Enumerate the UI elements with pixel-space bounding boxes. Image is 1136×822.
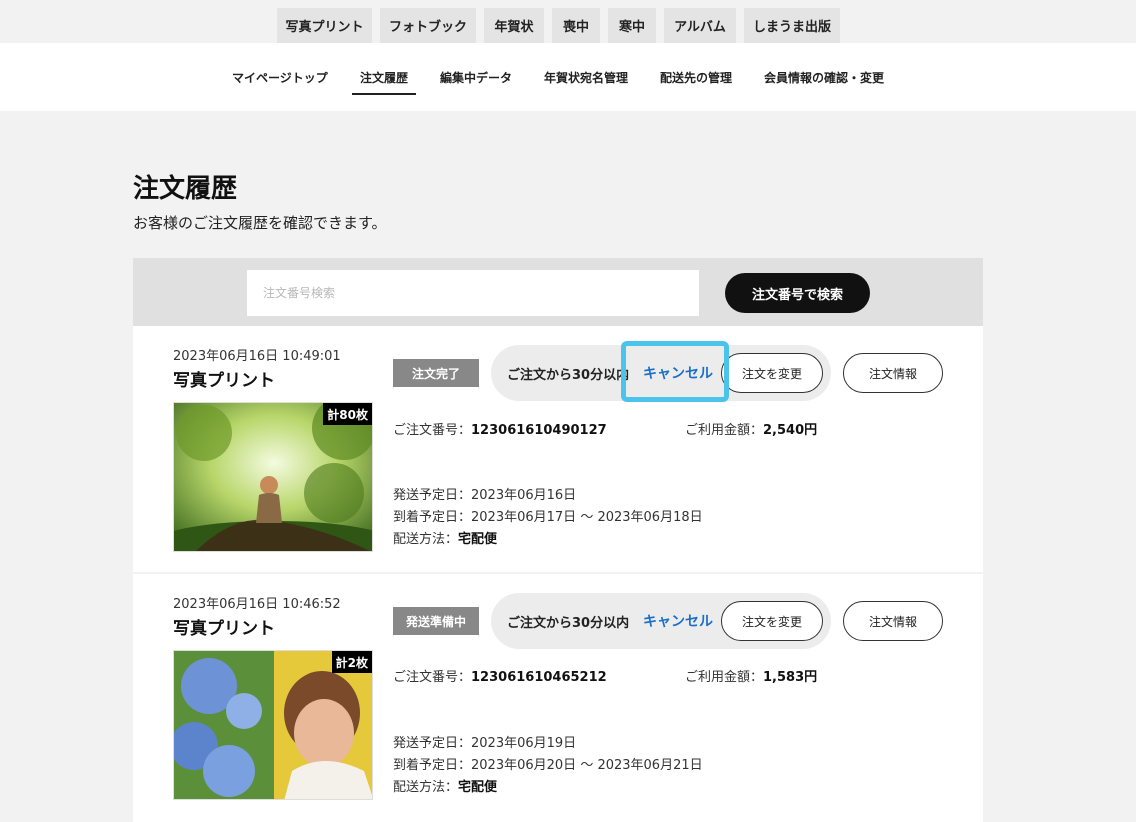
page-subtitle: お客様のご注文履歴を確認できます。 — [133, 214, 387, 232]
ship-date: 発送予定日：2023年06月16日 — [393, 488, 577, 503]
tab-nengajo[interactable]: 年賀状 — [484, 8, 544, 43]
nav-mypage-top[interactable]: マイページトップ — [232, 43, 328, 111]
nav-shipping-address[interactable]: 配送先の管理 — [660, 43, 732, 111]
photo-count-badge: 計2枚 — [331, 651, 372, 673]
page-title: 注文履歴 — [133, 174, 238, 204]
order-info-button[interactable]: 注文情報 — [843, 601, 943, 641]
nav-member-info[interactable]: 会員情報の確認・変更 — [764, 43, 884, 111]
delivery-method: 配送方法：宅配便 — [393, 780, 498, 795]
order-date: 2023年06月16日 10:49:01 — [173, 349, 341, 364]
cancel-link[interactable]: キャンセル — [643, 345, 713, 401]
order-product: 写真プリント — [173, 619, 275, 639]
order-card: 2023年06月16日 10:49:01 写真プリント 計80枚 注文完了 ご注… — [133, 326, 983, 572]
ship-date: 発送予定日：2023年06月19日 — [393, 736, 577, 751]
status-badge: 注文完了 — [393, 359, 479, 387]
status-badge: 発送準備中 — [393, 607, 479, 635]
order-product: 写真プリント — [173, 371, 275, 391]
order-info-button[interactable]: 注文情報 — [843, 353, 943, 393]
mypage-nav: マイページトップ 注文履歴 編集中データ 年賀状宛名管理 配送先の管理 会員情報… — [0, 43, 1136, 111]
order-thumbnail[interactable]: 計80枚 — [173, 402, 373, 552]
tab-album[interactable]: アルバム — [664, 8, 736, 43]
cancel-link[interactable]: キャンセル — [643, 593, 713, 649]
change-order-button[interactable]: 注文を変更 — [721, 601, 823, 641]
change-order-button[interactable]: 注文を変更 — [721, 353, 823, 393]
active-nav-underline — [352, 93, 416, 95]
tab-photobook[interactable]: フォトブック — [380, 8, 476, 43]
photo-child-in-tree — [174, 403, 372, 551]
cancel-area: ご注文から30分以内 キャンセル 注文を変更 — [491, 345, 831, 401]
arrival-date: 到着予定日：2023年06月17日 〜 2023年06月18日 — [393, 510, 703, 525]
order-amount: ご利用金額：1,583円 — [685, 670, 818, 685]
cancel-area: ご注文から30分以内 キャンセル 注文を変更 — [491, 593, 831, 649]
cancel-window-text: ご注文から30分以内 — [507, 367, 630, 383]
order-number: ご注文番号：123061610465212 — [393, 670, 607, 685]
photo-count-badge: 計80枚 — [323, 403, 372, 425]
nav-order-history[interactable]: 注文履歴 — [360, 43, 408, 111]
tab-kanchu[interactable]: 寒中 — [608, 8, 656, 43]
category-bar: 写真プリント フォトブック 年賀状 喪中 寒中 アルバム しまうま出版 — [0, 0, 1136, 43]
nav-nenga-address[interactable]: 年賀状宛名管理 — [544, 43, 628, 111]
tab-shimauma-publishing[interactable]: しまうま出版 — [744, 8, 840, 43]
order-number-search-input[interactable] — [247, 270, 699, 316]
order-date: 2023年06月16日 10:46:52 — [173, 597, 341, 612]
nav-editing-data[interactable]: 編集中データ — [440, 43, 512, 111]
tab-photo-print[interactable]: 写真プリント — [277, 8, 372, 43]
photo-child-hydrangea — [174, 651, 372, 799]
tab-mochu[interactable]: 喪中 — [552, 8, 600, 43]
order-number: ご注文番号：123061610490127 — [393, 423, 607, 438]
order-card: 2023年06月16日 10:46:52 写真プリント 計2枚 発送準備中 ご注… — [133, 574, 983, 822]
delivery-method: 配送方法：宅配便 — [393, 532, 498, 547]
arrival-date: 到着予定日：2023年06月20日 〜 2023年06月21日 — [393, 758, 703, 773]
cancel-window-text: ご注文から30分以内 — [507, 615, 630, 631]
order-amount: ご利用金額：2,540円 — [685, 423, 818, 438]
search-by-order-number-button[interactable]: 注文番号で検索 — [725, 273, 870, 313]
order-thumbnail[interactable]: 計2枚 — [173, 650, 373, 800]
